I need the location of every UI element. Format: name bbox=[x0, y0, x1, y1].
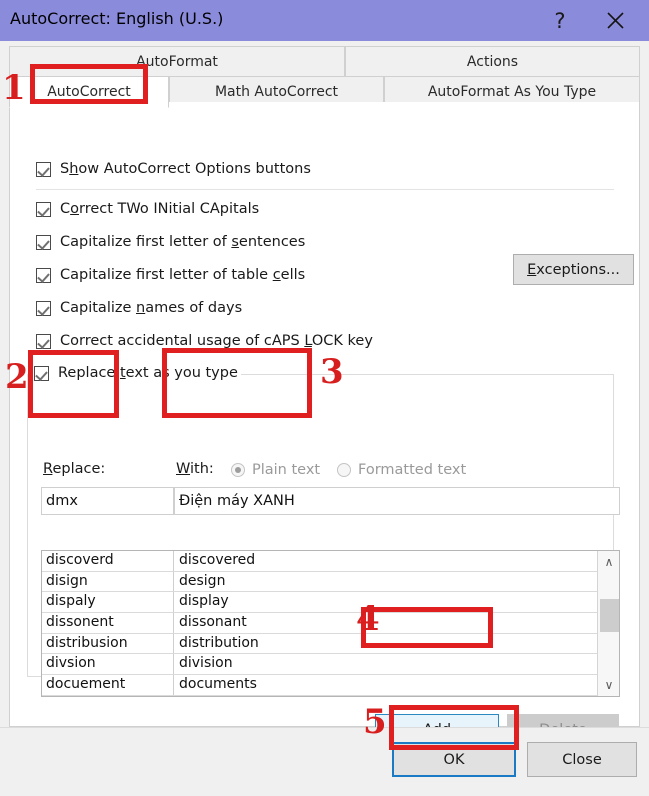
checkbox-label: Correct accidental usage of cAPS LOCK ke… bbox=[60, 333, 373, 349]
tab-math-autocorrect-label: Math AutoCorrect bbox=[214, 84, 339, 100]
list-item-replace: disign bbox=[42, 571, 174, 592]
checkbox-box bbox=[36, 300, 51, 316]
checkbox-capitalize-first-letter-sentences[interactable]: Capitalize first letter of sentences bbox=[36, 231, 305, 253]
list-item[interactable]: discoverd discovered bbox=[42, 551, 619, 572]
list-item-with: dissonant bbox=[179, 614, 247, 631]
title-bar: AutoCorrect: English (U.S.) ? bbox=[0, 0, 649, 41]
replace-input[interactable] bbox=[41, 487, 174, 515]
list-item-replace: docuement bbox=[42, 675, 174, 695]
tab-actions[interactable]: Actions bbox=[345, 46, 640, 77]
checkbox-box bbox=[36, 201, 51, 217]
tab-autocorrect[interactable]: AutoCorrect bbox=[9, 76, 169, 108]
checkbox-capitalize-first-letter-table-cells[interactable]: Capitalize first letter of table cells bbox=[36, 264, 305, 286]
ok-button[interactable]: OK bbox=[392, 742, 516, 777]
tab-autoformat-label: AutoFormat bbox=[136, 53, 218, 70]
radio-dot bbox=[231, 463, 245, 477]
radio-plain-text-label: Plain text bbox=[252, 462, 321, 478]
checkbox-show-autocorrect-options[interactable]: Show AutoCorrect Options buttons bbox=[36, 158, 311, 180]
scroll-down-icon[interactable]: ∨ bbox=[598, 674, 619, 696]
scroll-up-icon[interactable]: ∧ bbox=[598, 551, 619, 573]
checkbox-box bbox=[34, 365, 49, 381]
exceptions-button[interactable]: Exceptions... bbox=[513, 254, 634, 285]
tab-autoformat[interactable]: AutoFormat bbox=[9, 46, 345, 77]
close-button[interactable]: Close bbox=[527, 742, 637, 777]
list-item[interactable]: dispaly display bbox=[42, 592, 619, 614]
list-scrollbar[interactable]: ∧ ∨ bbox=[597, 551, 619, 696]
dialog-body: AutoFormat Actions AutoCorrect Math Auto… bbox=[0, 41, 649, 796]
dialog-footer: OK Close bbox=[0, 727, 649, 796]
checkbox-label: Capitalize first letter of table cells bbox=[60, 267, 306, 283]
radio-formatted-text-label: Formatted text bbox=[358, 462, 467, 478]
checkbox-label: Capitalize first letter of sentences bbox=[60, 234, 306, 250]
checkbox-label: Capitalize names of days bbox=[60, 300, 243, 316]
with-label: With: bbox=[176, 461, 214, 477]
checkbox-label: Show AutoCorrect Options buttons bbox=[60, 161, 311, 177]
with-input[interactable] bbox=[174, 487, 620, 515]
checkbox-correct-two-initial-capitals[interactable]: Correct TWo INitial CApitals bbox=[36, 198, 259, 220]
list-item[interactable]: dissonent dissonant bbox=[42, 613, 619, 634]
list-item[interactable]: disign design bbox=[42, 571, 619, 593]
close-glyph bbox=[606, 12, 624, 29]
list-item-replace: discoverd bbox=[42, 551, 174, 571]
scrollbar-thumb[interactable] bbox=[600, 599, 619, 632]
list-item-with: division bbox=[179, 655, 233, 672]
list-item-replace: dissonent bbox=[42, 613, 174, 633]
list-item-with: documents bbox=[179, 676, 257, 693]
list-item[interactable]: docuement documents bbox=[42, 675, 619, 696]
exceptions-button-label: Exceptions... bbox=[527, 261, 620, 278]
list-item[interactable]: divsion division bbox=[42, 654, 619, 676]
help-icon[interactable]: ? bbox=[538, 0, 582, 41]
tab-strip: AutoFormat Actions AutoCorrect Math Auto… bbox=[9, 46, 640, 108]
checkbox-label: Replace text as you type bbox=[58, 365, 238, 381]
checkbox-replace-text-as-you-type[interactable]: Replace text as you type bbox=[31, 364, 241, 382]
list-item-with: design bbox=[179, 572, 226, 589]
list-item-replace: distribusion bbox=[42, 633, 174, 654]
list-item-replace: dispaly bbox=[42, 592, 174, 613]
tab-autoformat-as-you-type-label: AutoFormat As You Type bbox=[427, 84, 597, 100]
checkbox-capitalize-names-of-days[interactable]: Capitalize names of days bbox=[36, 297, 242, 319]
radio-formatted-text[interactable]: Formatted text bbox=[337, 462, 466, 478]
checkbox-box bbox=[36, 267, 51, 283]
checkbox-box bbox=[36, 333, 51, 349]
checkbox-box bbox=[36, 161, 51, 177]
checkbox-box bbox=[36, 234, 51, 250]
list-item-with: distribution bbox=[179, 634, 259, 651]
list-item-with: display bbox=[179, 593, 229, 610]
replace-label: Replace: bbox=[43, 461, 106, 477]
list-item[interactable]: distribusion distribution bbox=[42, 633, 619, 655]
list-item-with: discovered bbox=[179, 552, 256, 568]
close-icon[interactable] bbox=[593, 0, 637, 41]
options-divider bbox=[36, 189, 614, 190]
list-rows: discoverd discovered disign design dispaly di… bbox=[42, 551, 619, 696]
autocorrect-panel: Show AutoCorrect Options buttons Correct… bbox=[9, 102, 640, 766]
list-item-replace: divsion bbox=[42, 654, 174, 675]
dialog-title: AutoCorrect: English (U.S.) bbox=[10, 9, 224, 28]
tab-autocorrect-label: AutoCorrect bbox=[47, 84, 131, 100]
autocorrect-dialog: AutoCorrect: English (U.S.) ? AutoFormat… bbox=[0, 0, 649, 796]
radio-plain-text[interactable]: Plain text bbox=[231, 462, 320, 478]
checkbox-label: Correct TWo INitial CApitals bbox=[60, 201, 260, 217]
autocorrect-entries-list[interactable]: discoverd discovered disign design dispaly di… bbox=[41, 550, 620, 697]
checkbox-correct-caps-lock[interactable]: Correct accidental usage of cAPS LOCK ke… bbox=[36, 330, 373, 352]
tab-actions-label: Actions bbox=[466, 53, 519, 70]
radio-dot bbox=[337, 463, 351, 477]
